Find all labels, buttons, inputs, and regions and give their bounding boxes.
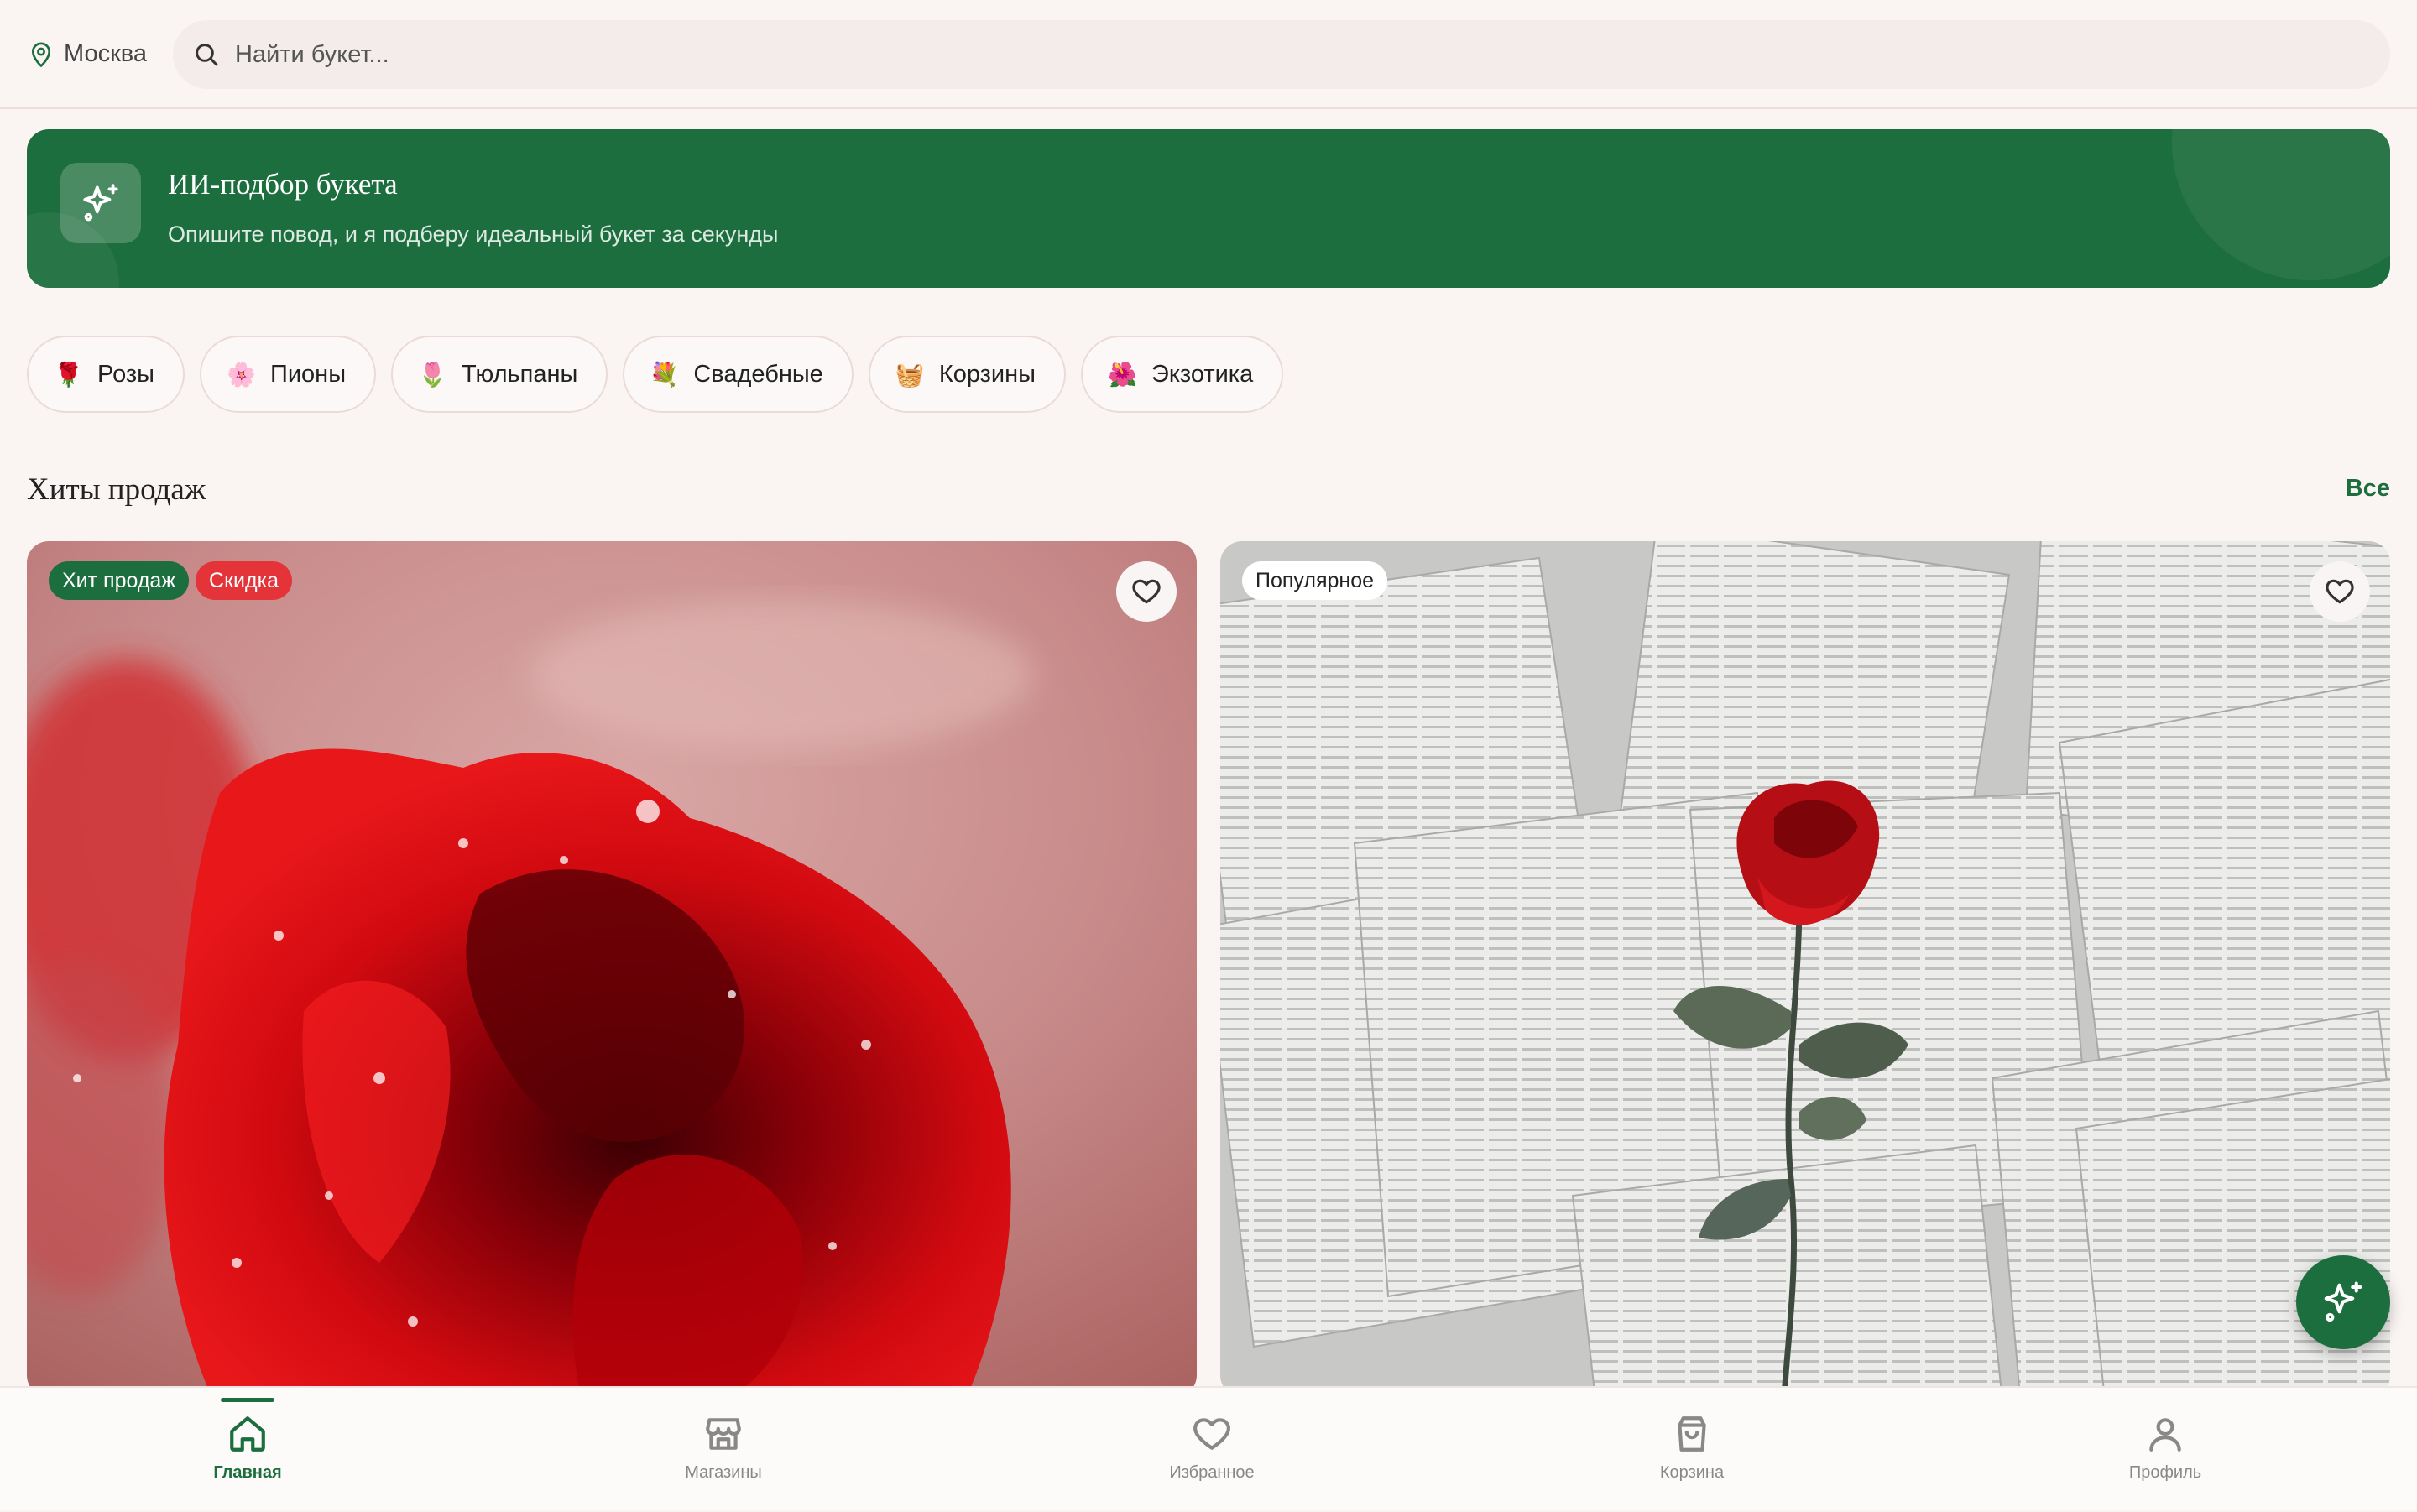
- sparkles-icon: [83, 184, 118, 222]
- heart-icon: [2326, 579, 2354, 604]
- category-chip-baskets[interactable]: 🧺 Корзины: [868, 336, 1066, 413]
- active-indicator: [221, 1398, 274, 1402]
- chip-label: Розы: [97, 360, 155, 388]
- banner-decoration: [2172, 129, 2390, 280]
- nav-item-cart[interactable]: Корзина: [1566, 1388, 1818, 1512]
- nav-item-stores[interactable]: Магазины: [598, 1388, 849, 1512]
- chip-label: Свадебные: [693, 360, 823, 388]
- tulip-icon: 🌷: [418, 361, 447, 388]
- nav-item-favorites[interactable]: Избранное: [1086, 1388, 1338, 1512]
- favorite-button[interactable]: [2310, 561, 2370, 622]
- nav-label: Магазины: [685, 1463, 762, 1482]
- bottom-navigation: Главная Магазины Избранное Корзина Профи…: [0, 1386, 2417, 1510]
- nav-label: Профиль: [2128, 1463, 2202, 1482]
- user-icon: [2149, 1418, 2181, 1452]
- heart-icon: [1132, 579, 1161, 604]
- category-chip-peonies[interactable]: 🌸 Пионы: [200, 336, 377, 413]
- search-input[interactable]: [235, 40, 2249, 69]
- hibiscus-icon: 🌺: [1108, 361, 1137, 388]
- chip-label: Корзины: [938, 360, 1036, 388]
- banner-subtitle: Опишите повод, и я подберу идеальный бук…: [168, 222, 779, 247]
- nav-label: Корзина: [1659, 1463, 1725, 1482]
- sparkles-icon: [2324, 1281, 2362, 1322]
- store-icon: [706, 1418, 741, 1450]
- ai-assistant-fab[interactable]: [2296, 1255, 2390, 1349]
- search-bar[interactable]: [173, 20, 2390, 89]
- chip-label: Экзотика: [1151, 360, 1254, 388]
- chip-label: Пионы: [270, 360, 347, 388]
- home-icon: [230, 1416, 265, 1452]
- favorite-button[interactable]: [1116, 561, 1177, 622]
- bag-icon: [1678, 1416, 1706, 1452]
- rose-on-book-pages-photo: [1220, 541, 2390, 1397]
- badge-group: Популярное: [1242, 561, 1388, 600]
- bouquet-icon: 💐: [650, 361, 680, 388]
- badge-group: Хит продаж Скидка: [49, 561, 292, 600]
- category-chip-exotic[interactable]: 🌺 Экзотика: [1081, 336, 1284, 413]
- product-card[interactable]: Популярное: [1220, 541, 2390, 1397]
- search-icon: [196, 44, 218, 66]
- nav-label: Главная: [213, 1463, 282, 1482]
- nav-item-home[interactable]: Главная: [122, 1388, 373, 1512]
- location-selector[interactable]: Москва: [29, 37, 147, 70]
- bestseller-badge: Хит продаж: [49, 561, 190, 600]
- product-card[interactable]: Хит продаж Скидка: [27, 541, 1197, 1397]
- ai-bouquet-banner[interactable]: ИИ-подбор букета Опишите повод, и я подб…: [27, 129, 2390, 288]
- heart-icon: [1193, 1418, 1230, 1450]
- nav-label: Избранное: [1169, 1463, 1255, 1482]
- city-label: Москва: [64, 39, 148, 67]
- nav-item-profile[interactable]: Профиль: [2039, 1388, 2291, 1512]
- top-bar: Москва: [0, 0, 2417, 109]
- category-chips: 🌹 Розы 🌸 Пионы 🌷 Тюльпаны 💐 Свадебные 🧺 …: [27, 336, 1284, 413]
- category-chip-wedding[interactable]: 💐 Свадебные: [623, 336, 854, 413]
- map-pin-icon: [31, 42, 51, 67]
- popular-badge: Популярное: [1242, 561, 1388, 600]
- category-chip-tulips[interactable]: 🌷 Тюльпаны: [391, 336, 608, 413]
- see-all-link[interactable]: Все: [2346, 475, 2390, 503]
- rose-icon: 🌹: [54, 361, 83, 388]
- section-title: Хиты продаж: [27, 472, 206, 507]
- sparkles-icon-box: [60, 163, 141, 243]
- red-rose-closeup-photo: [27, 541, 1197, 1397]
- banner-title: ИИ-подбор букета: [168, 168, 398, 201]
- chip-label: Тюльпаны: [462, 360, 578, 388]
- basket-icon: 🧺: [895, 361, 925, 388]
- discount-badge: Скидка: [196, 561, 292, 600]
- category-chip-roses[interactable]: 🌹 Розы: [27, 336, 185, 413]
- blossom-icon: 🌸: [227, 361, 256, 388]
